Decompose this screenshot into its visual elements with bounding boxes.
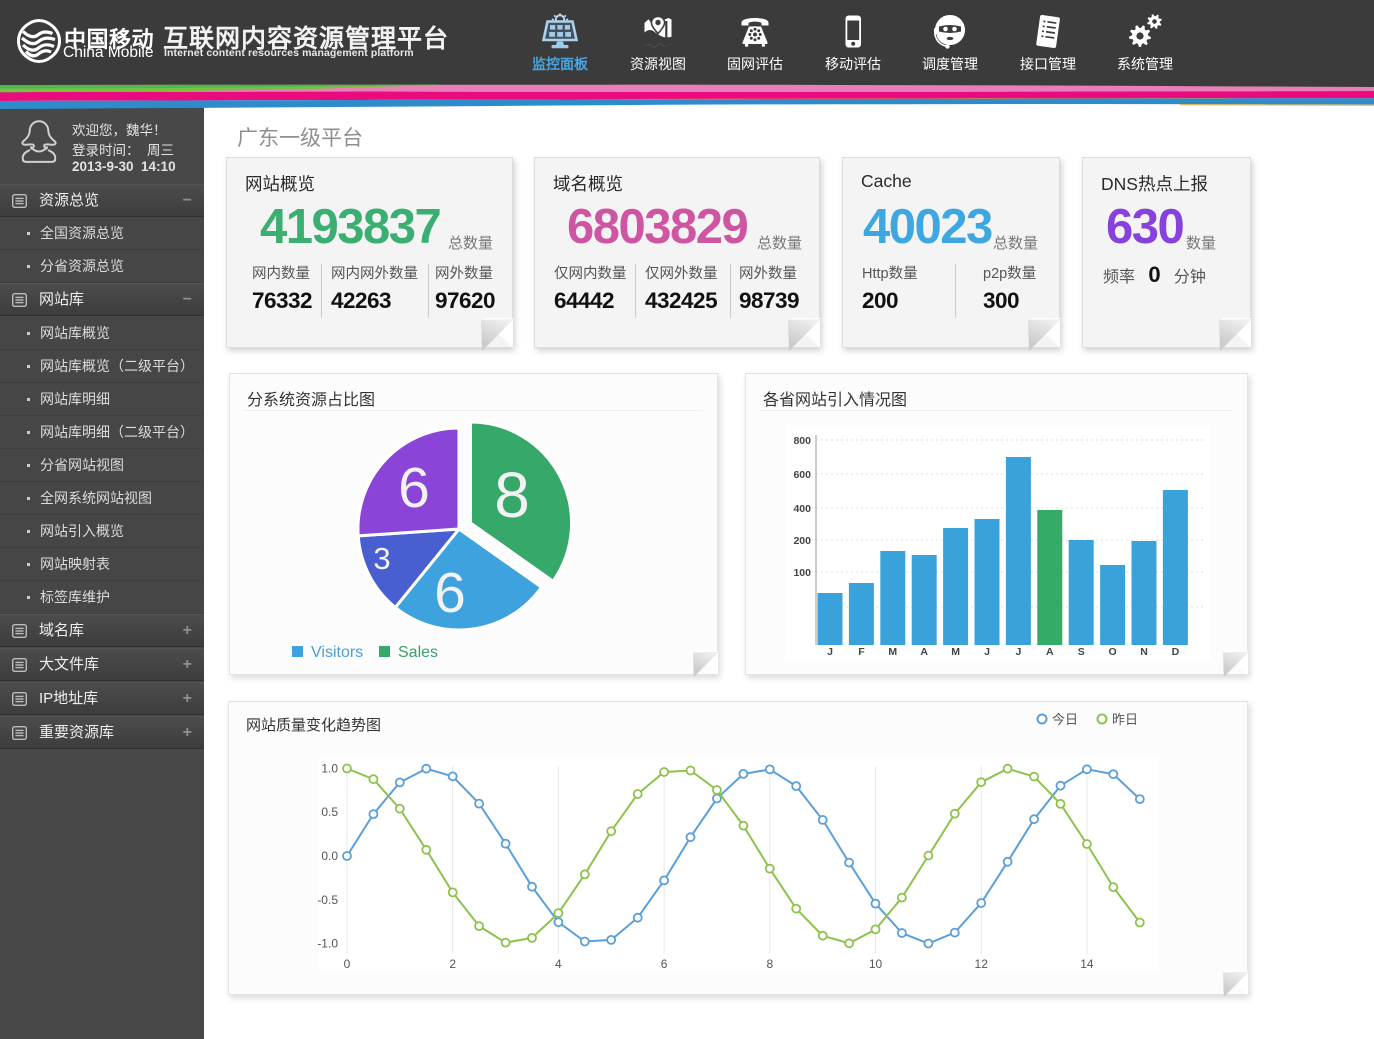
svg-text:6: 6 — [434, 561, 466, 625]
svg-text:600: 600 — [793, 469, 811, 481]
svg-text:2: 2 — [449, 957, 456, 971]
svg-text:A: A — [920, 646, 928, 658]
svg-text:400: 400 — [793, 503, 811, 515]
svg-text:J: J — [827, 646, 833, 658]
svg-text:1.0: 1.0 — [321, 762, 338, 776]
svg-text:3: 3 — [373, 541, 390, 576]
svg-text:4: 4 — [555, 957, 562, 971]
svg-text:-0.5: -0.5 — [317, 893, 338, 907]
svg-text:8: 8 — [494, 459, 530, 531]
svg-text:M: M — [888, 646, 897, 658]
svg-text:O: O — [1109, 646, 1117, 658]
svg-text:0.5: 0.5 — [321, 805, 338, 819]
svg-text:J: J — [1015, 646, 1021, 658]
svg-text:200: 200 — [793, 535, 811, 547]
svg-text:D: D — [1172, 646, 1180, 658]
svg-text:0.0: 0.0 — [321, 849, 338, 863]
svg-text:今日: 今日 — [1052, 712, 1078, 727]
svg-text:-1.0: -1.0 — [317, 937, 338, 951]
svg-text:S: S — [1078, 646, 1085, 658]
svg-text:昨日: 昨日 — [1112, 712, 1138, 727]
svg-text:800: 800 — [793, 435, 811, 447]
svg-text:100: 100 — [793, 567, 811, 579]
svg-text:M: M — [951, 646, 960, 658]
svg-text:14: 14 — [1080, 957, 1094, 971]
svg-text:6: 6 — [398, 456, 430, 520]
svg-text:10: 10 — [869, 957, 883, 971]
svg-text:F: F — [858, 646, 865, 658]
svg-text:8: 8 — [766, 957, 773, 971]
svg-text:J: J — [984, 646, 990, 658]
svg-text:12: 12 — [975, 957, 989, 971]
svg-text:Visitors: Visitors — [311, 644, 363, 661]
svg-text:A: A — [1046, 646, 1054, 658]
svg-text:0: 0 — [344, 957, 351, 971]
svg-text:Sales: Sales — [398, 644, 438, 661]
svg-text:N: N — [1140, 646, 1148, 658]
svg-text:6: 6 — [661, 957, 668, 971]
